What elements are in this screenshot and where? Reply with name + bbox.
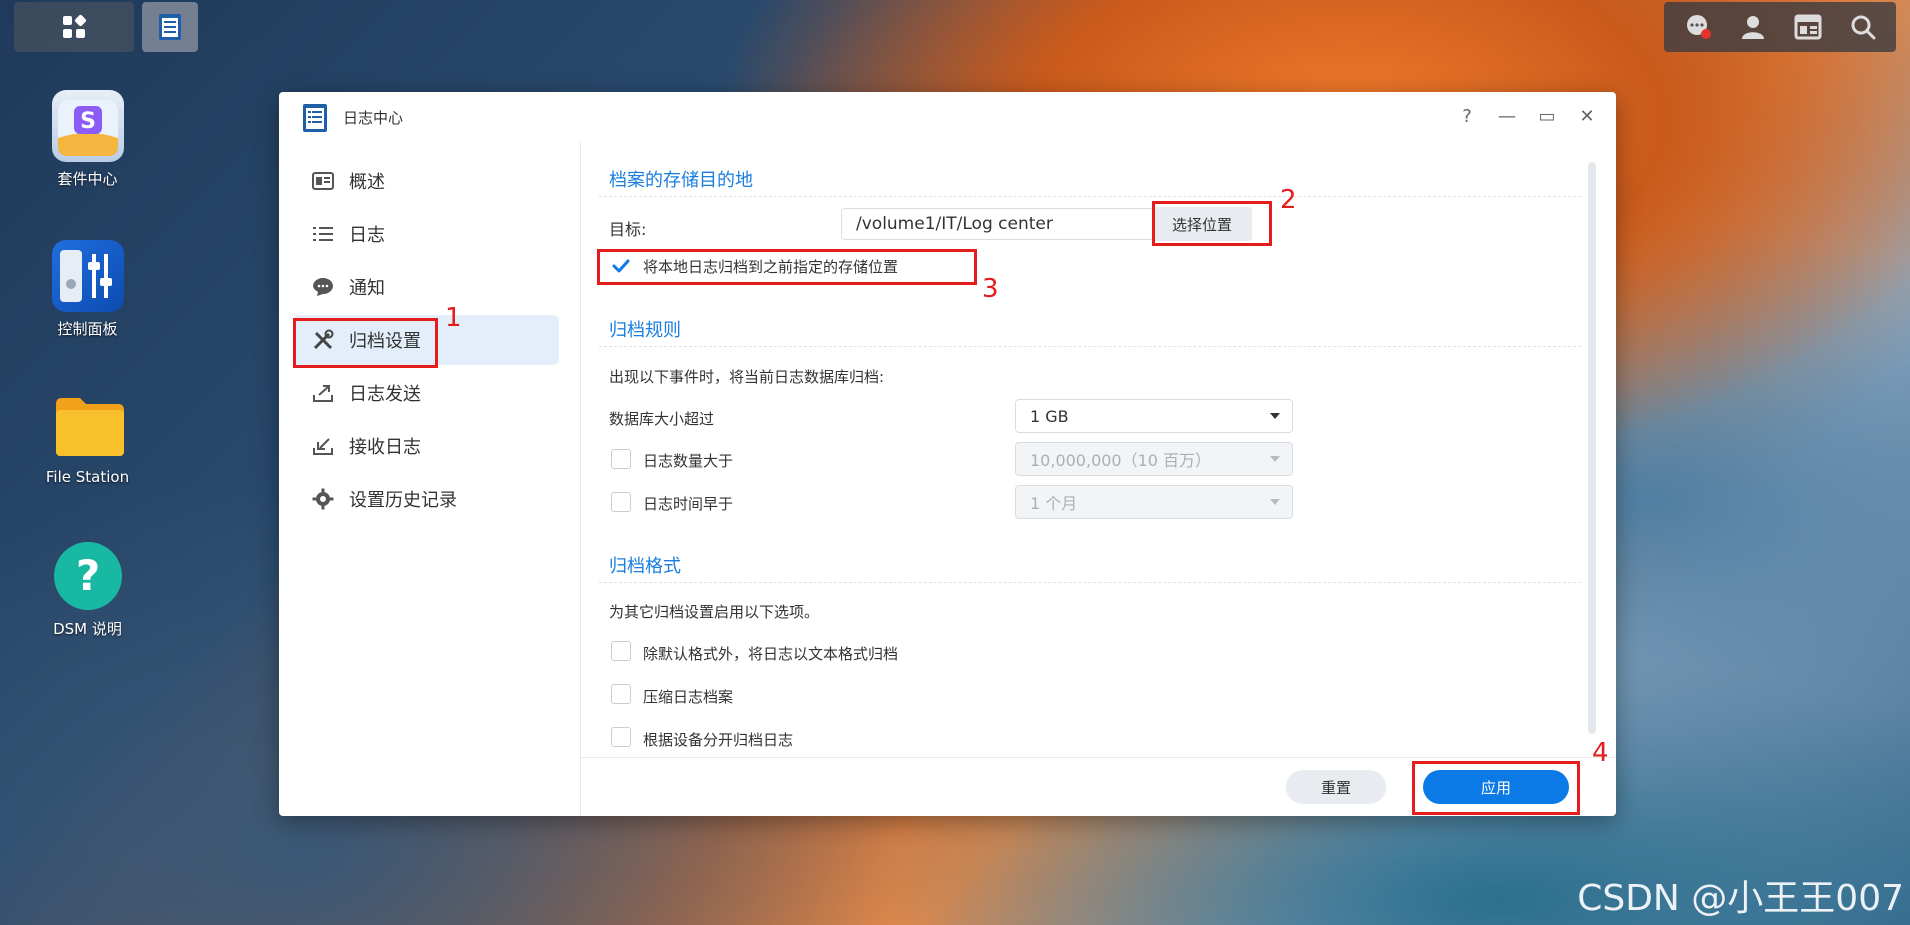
target-path-value: /volume1/IT/Log center <box>856 214 1053 234</box>
db-size-value: 1 GB <box>1030 406 1069 426</box>
divider <box>599 346 1581 347</box>
target-label: 目标: <box>609 220 647 239</box>
sidebar-item-settings-history[interactable]: 设置历史记录 <box>293 474 559 524</box>
widgets-icon[interactable] <box>1793 12 1823 42</box>
notification-icon[interactable] <box>1683 12 1713 42</box>
sidebar-item-label: 日志 <box>349 225 385 246</box>
section-title-format: 归档格式 <box>609 556 681 577</box>
annotation-number-2: 2 <box>1280 185 1297 215</box>
desktop-icon-label: 控制面板 <box>57 320 118 338</box>
annotation-number-4: 4 <box>1592 738 1609 768</box>
annotation-box-1 <box>293 318 438 368</box>
grid-icon <box>63 14 87 38</box>
chevron-down-icon <box>1270 413 1280 419</box>
sidebar-item-label: 概述 <box>349 172 385 193</box>
upload-icon <box>311 381 335 405</box>
log-center-icon <box>159 14 181 40</box>
log-time-checkbox[interactable] <box>611 492 631 512</box>
sidebar-item-label: 接收日志 <box>349 437 421 458</box>
annotation-number-1: 1 <box>445 303 462 333</box>
list-icon <box>311 222 335 246</box>
sidebar: 概述 日志 通知 归档设置 日志发送 接收日志 设置历史记录 <box>279 142 581 816</box>
taskbar-log-center[interactable] <box>142 2 198 52</box>
user-icon[interactable] <box>1738 12 1768 42</box>
compress-checkbox[interactable] <box>611 684 631 704</box>
divider <box>599 582 1581 583</box>
log-time-select: 1 个月 <box>1015 485 1293 519</box>
main-menu-button[interactable] <box>14 2 134 52</box>
sidebar-item-notifications[interactable]: 通知 <box>293 262 559 312</box>
control-panel-icon <box>51 240 124 312</box>
chevron-down-icon <box>1270 499 1280 505</box>
text-format-label: 除默认格式外，将日志以文本格式归档 <box>643 645 899 663</box>
download-icon <box>311 434 335 458</box>
section-title-rules: 归档规则 <box>609 320 681 341</box>
annotation-box-2 <box>1152 201 1272 246</box>
package-center-icon: S <box>51 90 124 162</box>
sidebar-item-label: 设置历史记录 <box>349 490 457 511</box>
log-count-value: 10,000,000（10 百万） <box>1030 451 1212 470</box>
chevron-down-icon <box>1270 456 1280 462</box>
main-content: 档案的存储目的地 目标: /volume1/IT/Log center 选择位置… <box>581 142 1616 816</box>
log-time-label: 日志时间早于 <box>643 495 734 513</box>
sidebar-item-receive-logs[interactable]: 接收日志 <box>293 421 559 471</box>
window-titlebar[interactable]: 日志中心 ? — ▭ ✕ <box>279 92 1616 142</box>
annotation-box-3 <box>597 249 977 285</box>
sidebar-item-logs[interactable]: 日志 <box>293 209 559 259</box>
overview-icon <box>311 169 335 193</box>
log-count-select: 10,000,000（10 百万） <box>1015 442 1293 476</box>
rules-description: 出现以下事件时，将当前日志数据库归档: <box>609 368 885 386</box>
desktop-icon-label: File Station <box>45 468 130 486</box>
divider <box>599 196 1581 197</box>
scrollbar[interactable] <box>1588 162 1596 734</box>
log-count-checkbox[interactable] <box>611 449 631 469</box>
close-button[interactable]: ✕ <box>1576 104 1598 128</box>
folder-icon <box>52 390 124 462</box>
section-title-storage: 档案的存储目的地 <box>609 170 753 191</box>
annotation-number-3: 3 <box>982 274 999 304</box>
svg-text:?: ? <box>75 551 99 600</box>
desktop-icon-dsm-help[interactable]: ? DSM 说明 <box>35 540 140 639</box>
sidebar-item-log-sending[interactable]: 日志发送 <box>293 368 559 418</box>
compress-label: 压缩日志档案 <box>643 688 734 706</box>
log-center-app-icon <box>301 103 329 137</box>
help-icon: ? <box>52 540 124 612</box>
db-size-select[interactable]: 1 GB <box>1015 399 1293 433</box>
window-title: 日志中心 <box>343 109 404 127</box>
sidebar-item-overview[interactable]: 概述 <box>293 156 559 206</box>
maximize-button[interactable]: ▭ <box>1536 104 1558 128</box>
watermark: CSDN @小王王007 <box>1577 878 1904 919</box>
gear-icon <box>311 487 335 511</box>
taskbar-left <box>14 2 198 52</box>
svg-text:S: S <box>80 109 96 134</box>
minimize-button[interactable]: — <box>1496 104 1518 128</box>
text-format-checkbox[interactable] <box>611 641 631 661</box>
log-time-value: 1 个月 <box>1030 494 1078 513</box>
annotation-box-4 <box>1412 761 1580 815</box>
format-description: 为其它归档设置启用以下选项。 <box>609 603 820 621</box>
search-icon[interactable] <box>1848 12 1878 42</box>
sidebar-item-label: 通知 <box>349 278 385 299</box>
desktop-icon-file-station[interactable]: File Station <box>35 390 140 486</box>
chat-bubble-icon <box>311 275 335 299</box>
log-count-label: 日志数量大于 <box>643 452 734 470</box>
desktop-icon-package-center[interactable]: S 套件中心 <box>35 90 140 189</box>
taskbar-right <box>1664 2 1896 52</box>
desktop-icon-label: 套件中心 <box>57 170 118 188</box>
desktop-icon-label: DSM 说明 <box>53 620 122 638</box>
reset-button[interactable]: 重置 <box>1286 770 1386 804</box>
help-button[interactable]: ? <box>1456 104 1478 128</box>
by-device-label: 根据设备分开归档日志 <box>643 731 794 749</box>
desktop-icon-control-panel[interactable]: 控制面板 <box>35 240 140 339</box>
db-size-label: 数据库大小超过 <box>609 410 715 428</box>
by-device-checkbox[interactable] <box>611 727 631 747</box>
sidebar-item-label: 日志发送 <box>349 384 421 405</box>
log-center-window: 日志中心 ? — ▭ ✕ 概述 日志 通知 归档设置 日志发送 接收日志 设置历… <box>279 92 1616 816</box>
